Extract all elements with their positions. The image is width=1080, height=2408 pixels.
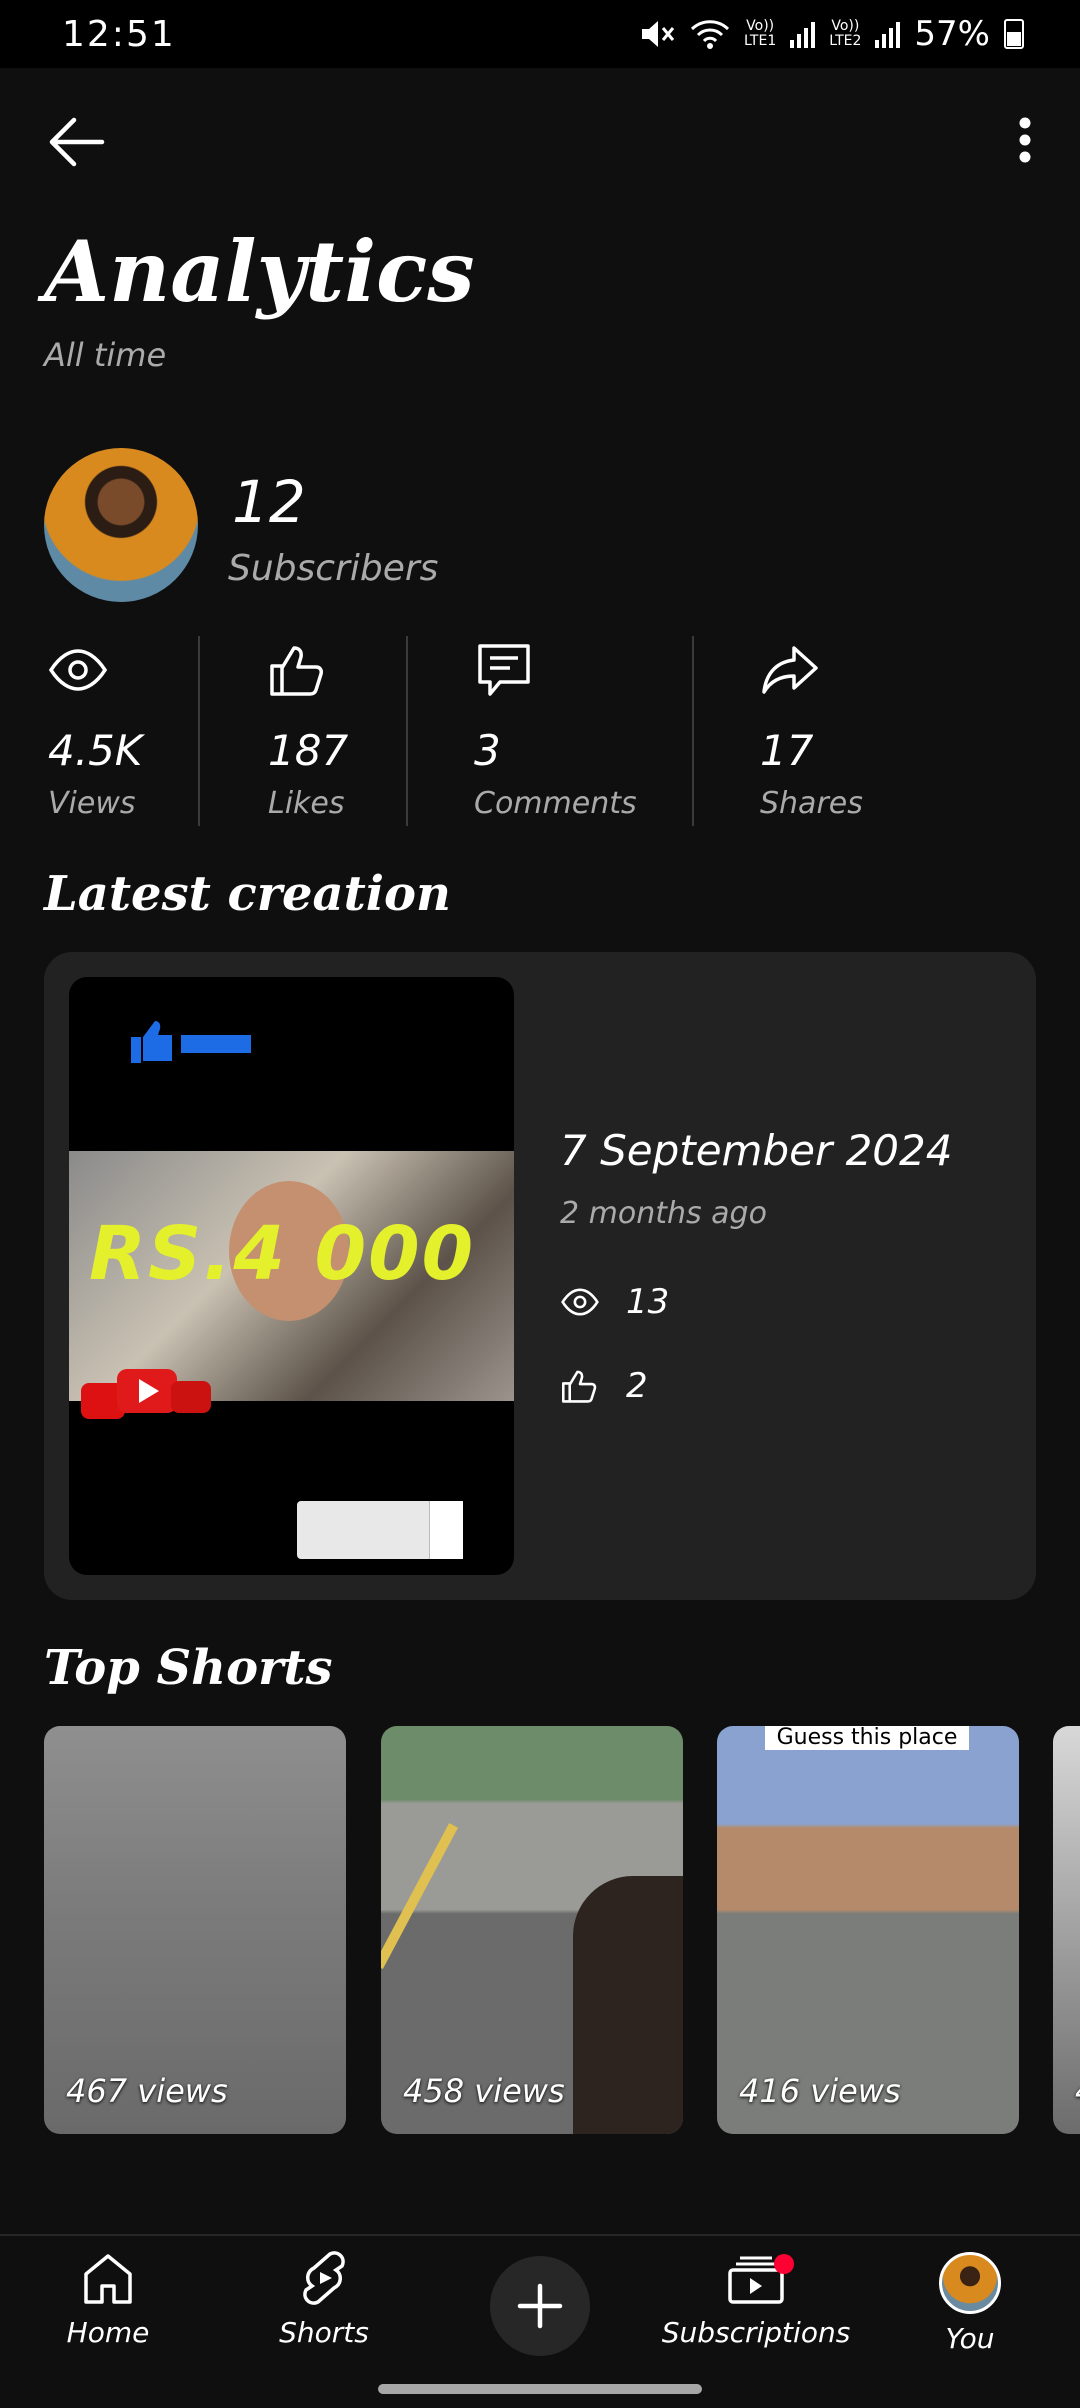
create-button[interactable]	[490, 2256, 590, 2356]
nav-shorts-label: Shorts	[279, 2316, 369, 2349]
latest-video-age: 2 months ago	[560, 1196, 767, 1231]
stat-likes-value: 187	[268, 726, 349, 775]
subscriber-count: 12	[232, 468, 306, 536]
stat-views-value: 4.5K	[48, 726, 143, 775]
stat-comments-label: Comments	[474, 786, 637, 821]
stat-shares-label: Shares	[760, 786, 863, 821]
shorts-icon	[303, 2251, 345, 2305]
short-card[interactable]: 4	[1053, 1726, 1080, 2134]
top-shorts-carousel[interactable]: 467 views 458 views Guess this place 416…	[44, 1726, 1080, 2134]
thumbnail-image: RS.4 000	[69, 1151, 514, 1419]
stat-shares-value: 17	[760, 726, 814, 775]
nav-you-label: You	[945, 2322, 995, 2355]
status-time: 12:51	[62, 13, 176, 55]
back-button[interactable]	[44, 112, 110, 172]
latest-video-thumbnail[interactable]: RS.4 000	[69, 977, 514, 1575]
thumbs-up-logo	[131, 1021, 251, 1063]
nav-subscriptions[interactable]: Subscriptions	[656, 2248, 856, 2349]
rider-figure	[573, 1876, 683, 2134]
subscribed-chip	[297, 1501, 463, 1559]
youtube-logo-icon	[81, 1369, 211, 1419]
time-range-label: All time	[44, 336, 167, 374]
stat-comments-value: 3	[474, 726, 501, 775]
nav-subscriptions-label: Subscriptions	[661, 2316, 851, 2349]
more-options-button[interactable]	[1000, 110, 1050, 170]
short-card[interactable]: Guess this place 416 views	[717, 1726, 1019, 2134]
latest-video-likes-value: 2	[626, 1366, 648, 1406]
thumbs-up-icon	[561, 1370, 597, 1403]
bell-icon	[429, 1501, 463, 1559]
latest-video-likes: 2	[560, 1366, 648, 1406]
short-views: 416 views	[739, 2072, 901, 2110]
latest-video-views-value: 13	[626, 1282, 670, 1322]
stat-likes-label: Likes	[268, 786, 345, 821]
latest-creation-card[interactable]: RS.4 000 7 September 2024 2 months ago 1…	[44, 952, 1036, 1600]
page-title: Analytics	[44, 222, 475, 321]
status-bar: 12:51 Vo)) LTE1 Vo)) LTE2 57%	[0, 0, 1080, 68]
home-indicator[interactable]	[378, 2384, 702, 2394]
short-overlay-text: Guess this place	[765, 1726, 969, 1750]
stat-views-label: Views	[48, 786, 136, 821]
nav-home[interactable]: Home	[8, 2248, 208, 2349]
nav-home-label: Home	[66, 2316, 150, 2349]
signal-icon-2	[875, 20, 901, 48]
subscriber-label: Subscribers	[228, 548, 439, 589]
signal-icon-1	[790, 20, 816, 48]
latest-video-views: 13	[560, 1282, 669, 1322]
bottom-nav: Home Shorts Subscriptions You	[0, 2234, 1080, 2408]
latest-video-date: 7 September 2024	[560, 1126, 953, 1175]
notification-dot	[774, 2254, 794, 2274]
thumbs-up-icon	[270, 646, 323, 696]
arrow-left-icon	[49, 117, 105, 167]
nav-shorts[interactable]: Shorts	[224, 2248, 424, 2349]
eye-icon	[48, 649, 108, 691]
network-lte2-label: Vo)) LTE2	[829, 18, 862, 49]
channel-avatar	[44, 448, 198, 602]
stats-row: 4.5K Views 187 Likes 3 Comments 17 Share…	[44, 636, 1044, 826]
top-bar	[0, 100, 1080, 180]
battery-icon	[1004, 19, 1024, 49]
short-views: 458 views	[403, 2072, 565, 2110]
more-vertical-icon	[1019, 117, 1031, 163]
stat-divider	[198, 636, 200, 826]
network-lte1-label: Vo)) LTE1	[744, 18, 777, 49]
short-views: 467 views	[66, 2072, 228, 2110]
next-section-heading-partial	[44, 2210, 274, 2234]
plus-icon	[517, 2283, 563, 2329]
nav-you[interactable]: You	[870, 2248, 1070, 2355]
thumbnail-text: RS.4 000	[89, 1211, 476, 1297]
top-shorts-heading: Top Shorts	[44, 1640, 333, 1696]
battery-percent: 57%	[914, 14, 990, 54]
short-card[interactable]: 467 views	[44, 1726, 346, 2134]
profile-avatar	[939, 2252, 1001, 2314]
eye-icon	[561, 1288, 599, 1316]
comment-icon	[478, 644, 530, 696]
latest-creation-heading: Latest creation	[44, 866, 451, 922]
mute-icon	[642, 21, 675, 47]
status-icons: Vo)) LTE1 Vo)) LTE2 57%	[640, 14, 1024, 54]
short-card[interactable]: 458 views	[381, 1726, 683, 2134]
stat-divider	[692, 636, 694, 826]
wifi-icon	[691, 20, 730, 49]
road-marking	[381, 1823, 458, 1969]
short-views: 4	[1075, 2072, 1080, 2110]
share-icon	[762, 646, 818, 694]
stat-divider	[406, 636, 408, 826]
home-icon	[84, 2254, 132, 2304]
